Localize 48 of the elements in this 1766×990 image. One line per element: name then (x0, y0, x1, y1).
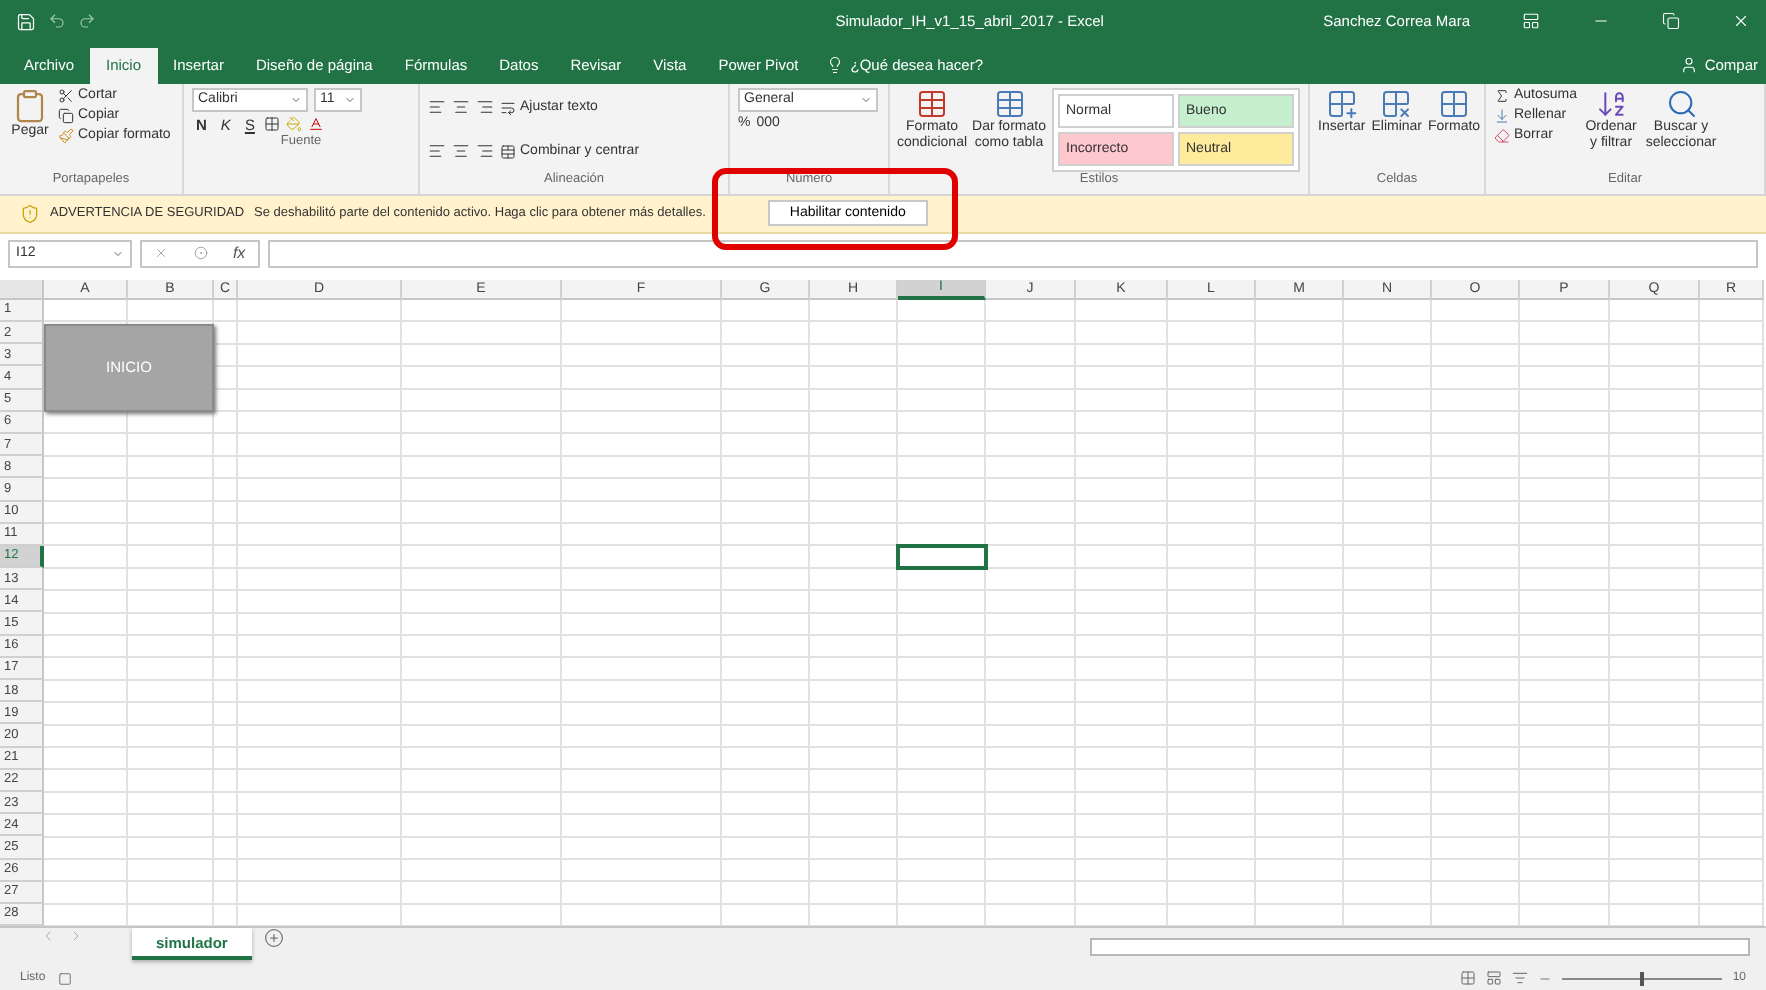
zoom-thumb[interactable] (1640, 971, 1645, 986)
macro-record-icon (57, 971, 72, 986)
person-icon (1680, 56, 1699, 75)
eraser-icon (1494, 127, 1510, 144)
ribbon-display-icon[interactable] (1522, 12, 1540, 31)
chevron-down-icon (112, 247, 124, 260)
save-icon[interactable] (16, 11, 36, 32)
undo-icon[interactable] (48, 12, 66, 31)
close-icon[interactable] (1732, 12, 1750, 31)
selected-cell-outline (896, 543, 988, 571)
sigma-icon (1494, 87, 1510, 104)
restore-icon[interactable] (1662, 12, 1680, 31)
paintbrush-icon (58, 127, 74, 144)
page-layout-icon[interactable] (1486, 970, 1503, 987)
chevron-down-icon (290, 93, 302, 106)
font-color-icon[interactable] (308, 116, 325, 133)
insert-function-button[interactable]: fx (232, 244, 246, 263)
formula-input[interactable] (268, 239, 1758, 268)
borders-icon[interactable] (264, 116, 281, 133)
search-icon (1665, 87, 1698, 120)
add-sheet-icon[interactable] (263, 928, 284, 949)
redo-icon[interactable] (78, 12, 96, 31)
fill-color-icon[interactable] (286, 116, 303, 133)
horizontal-scrollbar[interactable] (1090, 938, 1750, 957)
align-right-icon[interactable] (476, 142, 494, 161)
scissors-icon (58, 87, 74, 104)
table-icon (993, 87, 1025, 120)
grid-icon (1438, 87, 1471, 120)
normal-view-icon[interactable] (1460, 970, 1477, 987)
arrow-down-icon (1494, 107, 1510, 124)
grid-icon (1325, 87, 1358, 120)
merge-cells-icon (500, 143, 516, 160)
align-right-icon[interactable] (476, 98, 494, 117)
shield-warning-icon (20, 203, 40, 224)
copy-icon (58, 107, 74, 124)
align-center-icon[interactable] (452, 142, 470, 161)
align-center-icon[interactable] (452, 98, 470, 117)
cancel-icon (154, 246, 169, 261)
align-left-icon[interactable] (428, 142, 446, 161)
chevron-down-icon (860, 93, 872, 106)
table-icon (916, 87, 948, 120)
clipboard-icon (12, 87, 48, 124)
sort-icon (1595, 87, 1628, 120)
wrap-text-icon (500, 99, 516, 116)
align-left-icon[interactable] (428, 98, 446, 117)
chevron-down-icon (344, 93, 356, 106)
grid-icon (1380, 87, 1413, 120)
cell-grid[interactable] (44, 299, 1764, 927)
